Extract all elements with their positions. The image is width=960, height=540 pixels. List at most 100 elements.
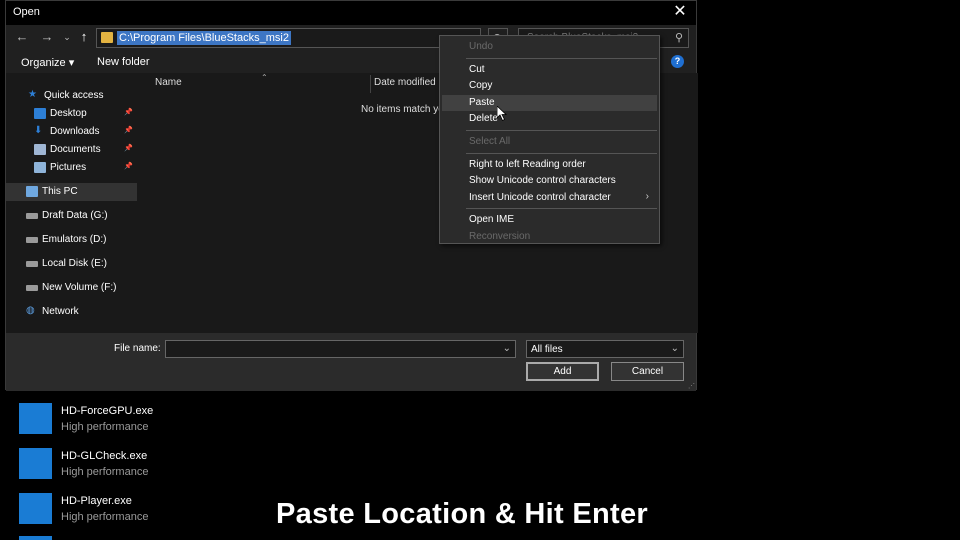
sidebar-item[interactable]: ★ Quick access — [6, 87, 137, 105]
chevron-right-icon: › — [645, 190, 649, 202]
cancel-button[interactable]: Cancel — [611, 362, 684, 381]
desktop-icon — [34, 108, 46, 119]
column-separator — [370, 75, 371, 93]
sidebar-item-label: New Volume (F:) — [42, 282, 117, 293]
dialog-title: Open — [13, 6, 40, 18]
drive-icon — [26, 261, 38, 267]
menu-separator — [466, 152, 657, 154]
pin-icon[interactable]: 📌 — [124, 144, 133, 152]
sidebar-item[interactable]: This PC — [6, 183, 137, 201]
menu-item-label: Reconversion — [469, 231, 531, 242]
menu-item-reconversion: Reconversion — [442, 229, 657, 245]
pin-icon[interactable]: 📌 — [124, 126, 133, 134]
menu-item-undo: Undo — [442, 39, 657, 55]
computer-icon — [26, 186, 38, 197]
sort-ascending-icon: ⌃ — [261, 73, 268, 82]
menu-item-label: Copy — [469, 80, 493, 92]
search-icon[interactable]: ⚲ — [675, 31, 683, 44]
menu-item-label: Delete — [469, 113, 498, 125]
close-icon[interactable]: ✕ — [672, 3, 688, 21]
picture-icon — [34, 162, 46, 173]
file-name-label: File name: — [114, 343, 161, 354]
sidebar-item[interactable]: Documents 📌 — [6, 141, 137, 159]
app-tile-icon — [19, 493, 52, 524]
title-bar: Open ✕ — [6, 1, 696, 25]
recent-dropdown-icon[interactable]: ⌄ — [59, 29, 75, 45]
sidebar-item-label: Desktop — [50, 108, 87, 119]
column-date-modified[interactable]: Date modified — [374, 77, 436, 88]
back-arrow-icon[interactable]: ← — [14, 29, 30, 45]
list-item[interactable]: HD-Player.exe High performance — [19, 493, 219, 527]
menu-item-open-ime[interactable]: Open IME — [442, 212, 657, 228]
chevron-down-icon[interactable]: ⌄ — [503, 343, 511, 354]
forward-arrow-icon[interactable]: → — [39, 29, 55, 45]
new-folder-button[interactable]: New folder — [97, 56, 150, 68]
address-path[interactable]: C:\Program Files\BlueStacks_msi2 — [117, 31, 291, 45]
app-performance-label: High performance — [61, 511, 149, 523]
app-tile-icon — [19, 448, 52, 479]
app-tile-icon — [19, 403, 52, 434]
menu-separator — [466, 208, 657, 210]
menu-item-label: Select All — [469, 136, 511, 147]
app-performance-label: High performance — [61, 421, 149, 433]
drive-icon — [26, 237, 38, 243]
resize-grip-icon[interactable]: ⋰ — [688, 382, 695, 390]
menu-item-label: Paste — [469, 96, 495, 108]
menu-item-label: Insert Unicode control character — [469, 191, 611, 203]
sidebar-item-label: Emulators (D:) — [42, 234, 107, 245]
app-name: HD-ForceGPU.exe — [61, 405, 154, 417]
empty-message: No items match yo — [361, 104, 444, 115]
menu-item-label: Undo — [469, 41, 493, 52]
mouse-cursor-icon — [497, 106, 507, 122]
menu-item-insert-unicode-control-character[interactable]: Insert Unicode control character › — [442, 190, 657, 206]
up-arrow-icon[interactable]: ↑ — [76, 29, 92, 45]
organize-button[interactable]: Organize ▾ — [21, 56, 74, 69]
menu-item-show-unicode-control-characters[interactable]: Show Unicode control characters — [442, 173, 657, 189]
list-item[interactable]: HD-ForceGPU.exe High performance — [19, 403, 219, 437]
address-bar[interactable]: C:\Program Files\BlueStacks_msi2 — [96, 28, 481, 48]
sidebar-item[interactable]: Pictures 📌 — [6, 159, 137, 177]
menu-item-label: Show Unicode control characters — [469, 175, 616, 187]
sidebar-item[interactable]: Local Disk (E:) — [6, 255, 137, 273]
file-name-bar: File name: ⌄ All files ⌄ Add Cancel ⋰ — [6, 333, 696, 391]
file-name-input[interactable]: ⌄ — [165, 340, 516, 358]
star-icon: ★ — [28, 89, 37, 100]
navigation-pane: ★ Quick access Desktop 📌 ⬇ Downloads 📌 Document… — [6, 73, 139, 333]
menu-item-paste[interactable]: Paste — [442, 94, 657, 111]
pin-icon[interactable]: 📌 — [124, 108, 133, 116]
drive-icon — [26, 213, 38, 219]
sidebar-item-label: This PC — [42, 186, 78, 197]
drive-icon — [26, 285, 38, 291]
menu-item-label: Cut — [469, 63, 485, 75]
app-name: HD-Player.exe — [61, 495, 132, 507]
sidebar-item[interactable]: Desktop 📌 — [6, 105, 137, 123]
menu-item-delete[interactable]: Delete — [442, 111, 657, 127]
folder-icon — [101, 32, 113, 43]
help-icon[interactable]: ? — [671, 55, 684, 68]
file-type-select[interactable]: All files ⌄ — [526, 340, 684, 358]
sidebar-item[interactable]: ◍ Network — [6, 303, 137, 321]
sidebar-item[interactable]: New Volume (F:) — [6, 279, 137, 297]
sidebar-item-label: Pictures — [50, 162, 87, 173]
file-type-value: All files — [531, 344, 563, 355]
menu-item-cut[interactable]: Cut — [442, 62, 657, 78]
sidebar-item-label: Draft Data (G:) — [42, 210, 108, 221]
list-item[interactable]: HD-GLCheck.exe High performance — [19, 448, 219, 482]
pin-icon[interactable]: 📌 — [124, 162, 133, 170]
app-performance-label: High performance — [61, 466, 149, 478]
sidebar-item[interactable]: Draft Data (G:) — [6, 207, 137, 225]
menu-separator — [466, 57, 657, 59]
chevron-down-icon[interactable]: ⌄ — [671, 343, 679, 354]
network-icon: ◍ — [26, 305, 35, 316]
menu-item-right-to-left-reading-order[interactable]: Right to left Reading order — [442, 157, 657, 173]
column-name[interactable]: Name — [155, 77, 182, 88]
menu-item-label: Open IME — [469, 214, 515, 226]
app-name: HD-GLCheck.exe — [61, 450, 148, 462]
menu-item-copy[interactable]: Copy — [442, 78, 657, 94]
menu-separator — [466, 130, 657, 131]
context-menu: Undo Cut Copy Paste Delete Select All Right to… — [439, 35, 660, 244]
add-button[interactable]: Add — [526, 362, 599, 381]
sidebar-item-label: Network — [42, 306, 79, 317]
sidebar-item[interactable]: Emulators (D:) — [6, 231, 137, 249]
sidebar-item[interactable]: ⬇ Downloads 📌 — [6, 123, 137, 141]
